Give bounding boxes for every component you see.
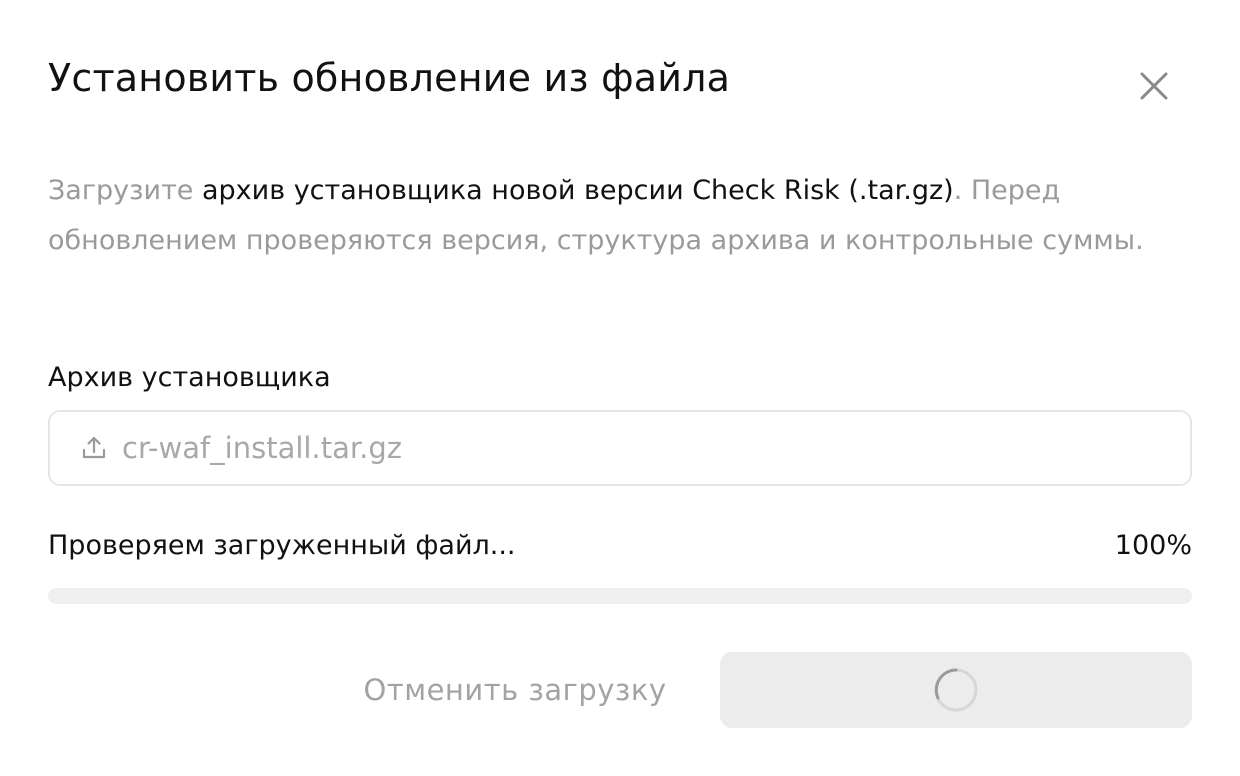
dialog-description: Загрузите архив установщика новой версии… xyxy=(48,166,1198,266)
dialog-title: Установить обновление из файла xyxy=(48,56,731,100)
spinner-icon xyxy=(934,668,978,712)
close-icon xyxy=(1140,72,1168,100)
file-upload-input[interactable]: cr-waf_install.tar.gz xyxy=(48,410,1192,486)
upload-icon xyxy=(82,436,106,459)
file-name: cr-waf_install.tar.gz xyxy=(122,431,402,465)
description-highlight: архив установщика новой версии Check Ris… xyxy=(201,175,954,206)
submit-button[interactable] xyxy=(720,652,1192,728)
description-text: Загрузите xyxy=(48,175,202,206)
cancel-upload-button[interactable]: Отменить загрузку xyxy=(330,652,700,728)
progress-fill xyxy=(48,588,1192,604)
progress-bar xyxy=(48,588,1192,604)
close-button[interactable] xyxy=(1134,66,1174,106)
progress-status: Проверяем загруженный файл... xyxy=(48,530,516,561)
progress-percent: 100% xyxy=(1114,530,1192,561)
update-dialog: Установить обновление из файла Загрузите… xyxy=(0,0,1240,776)
field-label: Архив установщика xyxy=(48,362,331,393)
